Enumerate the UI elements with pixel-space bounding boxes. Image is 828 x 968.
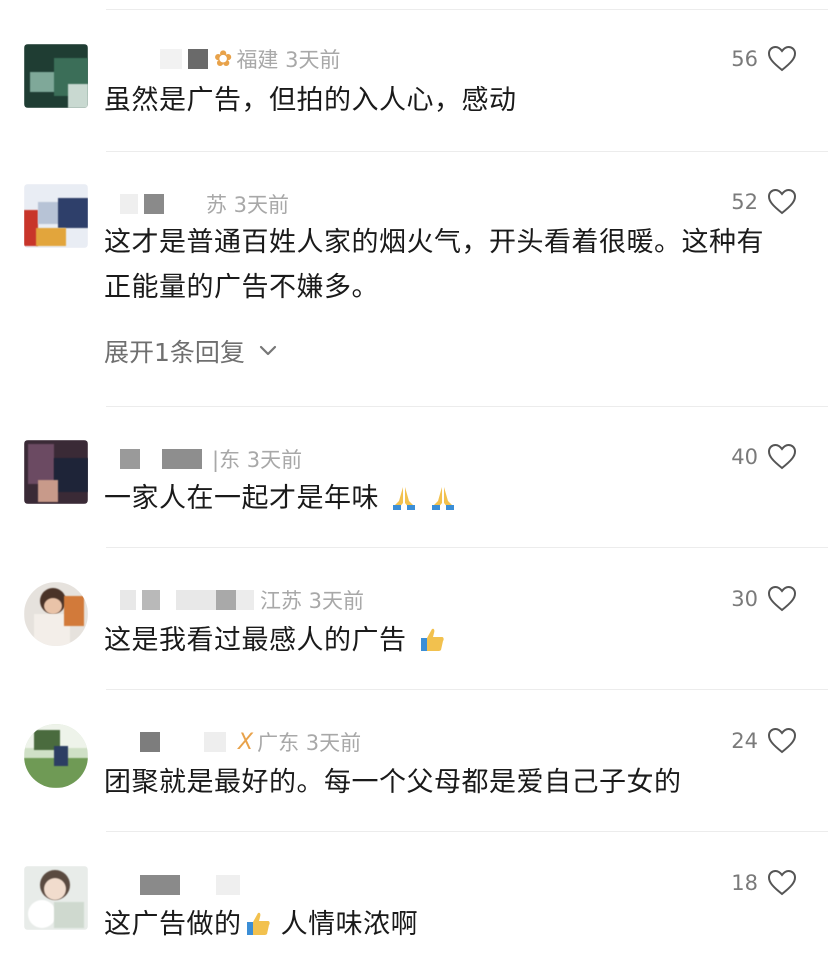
blurred-username[interactable]	[140, 732, 160, 752]
blurred-username[interactable]	[140, 875, 180, 895]
blurred-username[interactable]	[188, 49, 208, 69]
divider	[106, 9, 828, 10]
comment-text: 虽然是广告，但拍的入人心，感动	[104, 85, 517, 116]
comment-text-line: 这是我看过最感人的广告	[104, 618, 794, 663]
name-suffix: X	[238, 729, 254, 755]
blurred-username[interactable]	[216, 590, 236, 610]
heart-outline-icon	[768, 444, 796, 470]
comment-header: 苏 3天前	[106, 187, 289, 221]
expand-replies-label: 展开1条回复	[104, 338, 245, 367]
divider	[106, 406, 828, 407]
blurred-username[interactable]	[142, 590, 160, 610]
comment-header: X 广东 3天前	[106, 725, 361, 759]
divider	[106, 151, 828, 152]
comment-text: 这才是普通百姓人家的烟火气，开头看着很暖。这种有正能量的广告不嫌多。	[104, 227, 764, 303]
avatar[interactable]	[24, 44, 88, 108]
heart-outline-icon	[768, 728, 796, 754]
blurred-username[interactable]	[162, 449, 202, 469]
comment-header: |东 3天前	[106, 442, 302, 476]
like-button[interactable]: 24	[731, 724, 796, 758]
like-count: 40	[731, 445, 758, 469]
folded-hands-emoji-icon	[393, 487, 416, 510]
comment-text-line: 这广告做的 人情味浓啊	[104, 902, 794, 947]
blurred-username[interactable]	[176, 590, 216, 610]
heart-outline-icon	[768, 870, 796, 896]
comment-item: 苏 3天前 52 这才是普通百姓人家的烟火气，开头看着很暖。这种有正能量的广告不…	[0, 184, 828, 404]
region-time: 苏 3天前	[206, 193, 290, 217]
comment-text-after: 人情味浓啊	[271, 909, 419, 940]
avatar[interactable]	[24, 184, 88, 248]
blurred-username[interactable]	[144, 194, 164, 214]
avatar[interactable]	[24, 724, 88, 788]
blurred-username[interactable]	[120, 590, 136, 610]
blurred-username[interactable]	[216, 875, 240, 895]
comment-text-before: 这广告做的	[104, 909, 242, 940]
thumbs-up-emoji-icon	[246, 912, 270, 935]
heart-outline-icon	[768, 46, 796, 72]
blurred-username[interactable]	[120, 194, 138, 214]
heart-outline-icon	[768, 586, 796, 612]
like-button[interactable]: 56	[731, 42, 796, 76]
blurred-username[interactable]	[120, 449, 140, 469]
folded-hands-emoji-icon	[432, 487, 455, 510]
comment-item: ✿ 福建 3天前 56 虽然是广告，但拍的入人心，感动	[0, 42, 828, 152]
comment-text: 这是我看过最感人的广告	[104, 625, 407, 656]
blurred-username[interactable]	[204, 732, 226, 752]
like-button[interactable]: 30	[731, 582, 796, 616]
divider	[106, 831, 828, 832]
like-count: 24	[731, 729, 758, 753]
chevron-down-icon	[259, 345, 277, 356]
blurred-username[interactable]	[160, 49, 182, 69]
like-count: 18	[731, 871, 758, 895]
comment-header: ✿ 福建 3天前	[106, 42, 340, 76]
comment-text: 团聚就是最好的。每一个父母都是爱自己子女的	[104, 767, 682, 798]
blurred-username[interactable]	[236, 590, 254, 610]
like-button[interactable]: 18	[731, 866, 796, 900]
region-time: 广东 3天前	[257, 731, 362, 755]
region-time: 江苏 3天前	[260, 589, 365, 613]
like-count: 30	[731, 587, 758, 611]
comment-header	[106, 868, 246, 902]
comment-text: 一家人在一起才是年味	[104, 483, 379, 514]
divider	[106, 547, 828, 548]
sunflower-icon: ✿	[214, 46, 233, 72]
avatar[interactable]	[24, 866, 88, 930]
comment-item: 江苏 3天前 30 这是我看过最感人的广告	[0, 582, 828, 690]
heart-outline-icon	[768, 189, 796, 215]
region-time: 福建 3天前	[236, 48, 341, 72]
avatar[interactable]	[24, 582, 88, 646]
like-button[interactable]: 52	[731, 185, 796, 219]
avatar[interactable]	[24, 440, 88, 504]
thumbs-up-emoji-icon	[420, 628, 444, 651]
region-time: |东 3天前	[212, 448, 303, 472]
comment-header: 江苏 3天前	[106, 583, 364, 617]
comment-item: 18 这广告做的 人情味浓啊	[0, 866, 828, 968]
comment-item: X 广东 3天前 24 团聚就是最好的。每一个父母都是爱自己子女的	[0, 724, 828, 832]
expand-replies-button[interactable]: 展开1条回复	[104, 332, 277, 370]
divider	[106, 689, 828, 690]
comment-item: |东 3天前 40 一家人在一起才是年味	[0, 440, 828, 548]
like-button[interactable]: 40	[731, 440, 796, 474]
comment-text-line: 一家人在一起才是年味	[104, 476, 794, 521]
like-count: 56	[731, 47, 758, 71]
like-count: 52	[731, 190, 758, 214]
